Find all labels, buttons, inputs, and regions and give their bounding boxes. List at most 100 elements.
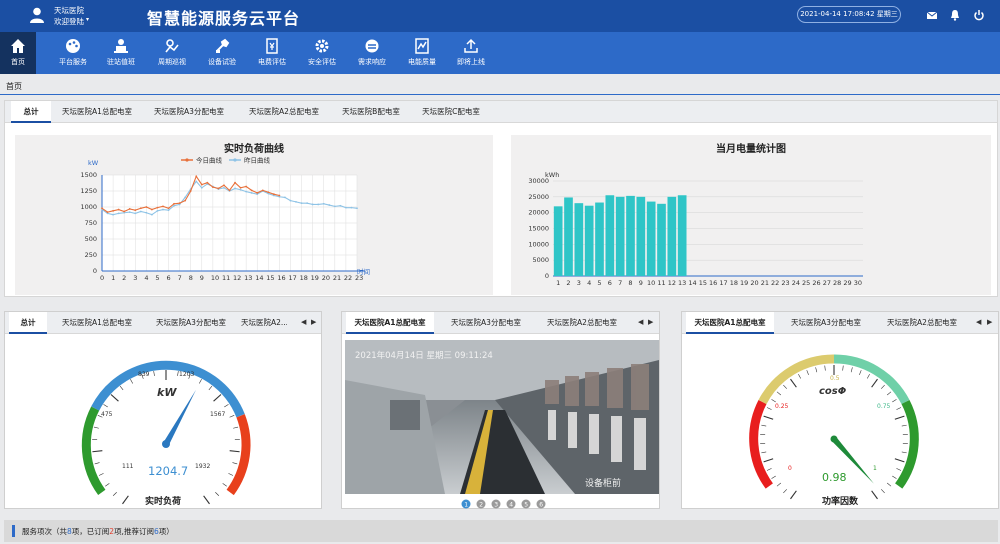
page-dot[interactable]: 6 [536,499,546,509]
bar [667,196,677,276]
tab-prev-icon[interactable]: ◀ [976,318,981,326]
load-line-chart: kW 今日曲线 昨日曲线 时间 0 1 2 3 4 5 6 7 8 9 10 11 12 13 14 15 16… [80,156,370,283]
page-dot[interactable]: 3 [491,499,501,509]
tab-a2[interactable]: 天坛医院A2总配电室 [241,101,327,123]
data-point [123,210,126,213]
svg-text:2: 2 [479,501,483,508]
x-tick-label: 2 [122,274,126,282]
x-tick-label: 17 [719,279,727,287]
tab-total[interactable]: 总计 [9,312,47,334]
gauge-tick: 0.25 [775,403,789,410]
tab-next-icon[interactable]: ▶ [648,318,653,326]
data-point [184,196,187,199]
data-point [295,200,297,203]
x-tick-label: 14 [688,279,696,287]
y-tick-label: 15000 [528,225,549,233]
page-dot[interactable]: 4 [506,499,516,509]
data-point [333,205,336,208]
x-tick-label: 3 [133,274,137,282]
tab-a2[interactable]: 天坛医院A2总配电室 [878,312,966,334]
tab-a3[interactable]: 天坛医院A3分配电室 [146,101,232,123]
mail-icon[interactable] [926,9,938,21]
x-tick-label: 20 [750,279,758,287]
tab-a1[interactable]: 天坛医院A1总配电室 [686,312,774,334]
tab-a1[interactable]: 天坛医院A1总配电室 [55,312,139,334]
page-dot[interactable]: 5 [521,499,531,509]
x-tick-label: 29 [843,279,851,287]
sync-icon [365,39,379,53]
bar [584,205,594,276]
data-point [117,212,120,215]
tab-a2[interactable]: 天坛医院A2... [241,312,287,334]
summary-prefix: 服务项次（共 [22,527,67,536]
x-tick-label: 7 [178,274,182,282]
tab-c[interactable]: 天坛医院C配电室 [415,101,487,123]
tab-a3[interactable]: 天坛医院A3分配电室 [148,312,234,334]
breadcrumb[interactable]: 首页 [6,81,22,92]
x-tick-label: 21 [333,274,341,282]
chevron-down-icon[interactable]: ▾ [86,16,89,23]
nav-item-coming-soon[interactable]: 即将上线 [451,32,491,74]
nav-item-equipment-test[interactable]: 设备试验 [202,32,242,74]
tab-prev-icon[interactable]: ◀ [301,318,306,326]
nav-item-platform[interactable]: 平台服务 [53,32,93,74]
camera-feed[interactable]: 2021年04月14日 星期三 09:11:24 设备柜前 [345,340,659,494]
tab-a3[interactable]: 天坛医院A3分配电室 [442,312,530,334]
user-avatar-icon[interactable] [30,7,44,23]
data-point [178,202,181,205]
nav-item-home[interactable]: 首页 [0,32,36,74]
x-tick-label: 21 [761,279,769,287]
x-tick-label: 25 [802,279,810,287]
tab-a1[interactable]: 天坛医院A1总配电室 [346,312,434,334]
nav-item-duty[interactable]: 驻站值班 [101,32,141,74]
nav-label: 电能质量 [408,58,436,66]
x-tick-label: 8 [189,274,193,282]
bar [636,196,646,276]
bell-icon[interactable] [949,9,961,21]
data-point [261,189,264,192]
data-point [173,202,175,205]
bar [646,201,656,276]
nav-label: 安全评估 [308,58,336,66]
data-point [284,196,286,199]
x-tick-label: 11 [657,279,665,287]
data-point [317,203,320,206]
nav-item-demand[interactable]: 需求响应 [352,32,392,74]
tab-total[interactable]: 总计 [11,101,51,123]
video-panel: 天坛医院A1总配电室 天坛医院A3分配电室 天坛医院A2总配电室 ◀ ▶ 202… [341,311,660,509]
x-tick-label: 7 [618,279,622,287]
tab-a3[interactable]: 天坛医院A3分配电室 [782,312,870,334]
page-dot[interactable]: 1 [461,499,471,509]
tab-a2[interactable]: 天坛医院A2总配电室 [538,312,626,334]
data-point [345,206,347,209]
load-chart-card: 实时负荷曲线 kW 今日曲线 昨日曲线 时间 0 1 2 3 4 5 6 7 8 9 10 11 12 1… [15,135,493,295]
x-tick-label: 28 [833,279,841,287]
data-point [306,202,309,205]
data-point [167,209,170,212]
tab-next-icon[interactable]: ▶ [311,318,316,326]
x-tick-label: 4 [144,274,148,282]
summary-suffix: 项） [158,527,174,536]
nav-item-power-quality[interactable]: 电能质量 [402,32,442,74]
nav-item-patrol[interactable]: 周期巡视 [152,32,192,74]
tab-a1[interactable]: 天坛医院A1总配电室 [56,101,138,123]
bar [595,202,604,276]
page-dot[interactable]: 2 [476,499,486,509]
welcome-text[interactable]: 欢迎登陆 [54,16,84,27]
gauge-tick: 1567 [210,411,225,418]
bar [677,195,687,276]
video-pager: 1 2 3 4 5 6 [461,499,551,509]
svg-text:5: 5 [524,501,528,508]
y-tick-label: 10000 [528,240,549,248]
tab-prev-icon[interactable]: ◀ [638,318,643,326]
data-point [128,211,131,214]
data-point [139,207,142,210]
power-icon[interactable] [973,9,985,21]
nav-item-bill[interactable]: 电费评估 [252,32,292,74]
tab-b[interactable]: 天坛医院B配电室 [335,101,407,123]
nav-item-safety[interactable]: 安全评估 [302,32,342,74]
gauge-tick: 111 [122,463,134,470]
tab-next-icon[interactable]: ▶ [987,318,992,326]
x-tick-label: 19 [311,274,319,282]
data-point [350,206,353,209]
